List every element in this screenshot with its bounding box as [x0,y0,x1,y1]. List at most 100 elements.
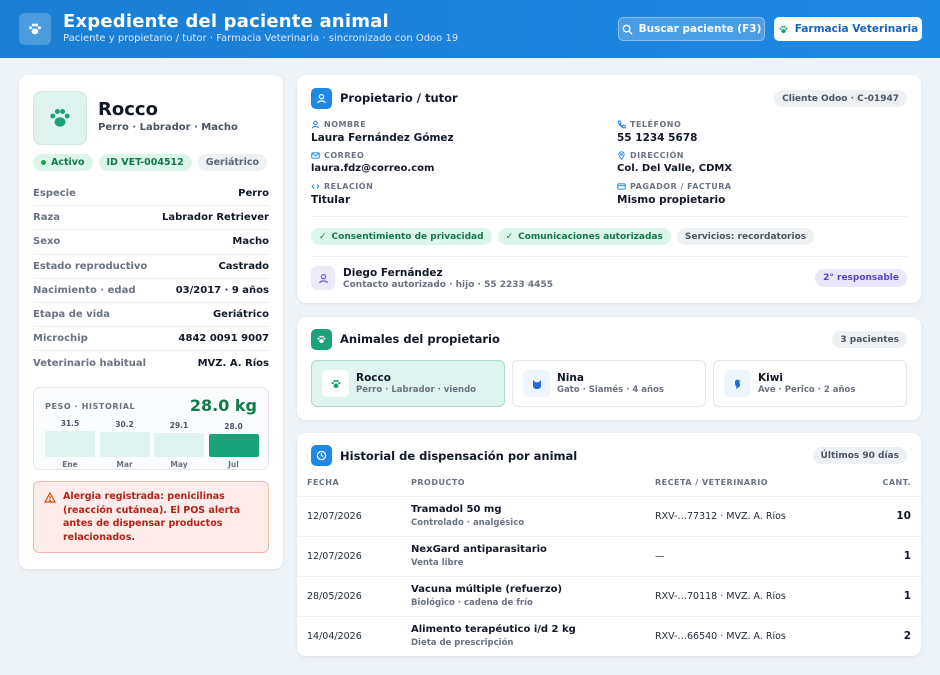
status-badge-label: Activo [51,157,85,168]
paw-logo-icon [19,13,51,45]
detail-label: Nacimiento · edad [33,284,136,296]
animal-name: Rocco [356,372,391,384]
owner-name-value: Laura Fernández Gómez [311,132,454,144]
column-product: PRODUCTO [411,478,466,487]
owner-section-title: Propietario / tutor [340,91,458,105]
detail-value: Geriátrico [212,309,269,321]
history-range-badge[interactable]: Últimos 90 días [812,447,907,464]
owner-email-field: CORREO laura.fdz@correo.com [311,150,434,174]
pharmacy-button[interactable]: Farmacia Veterinaria [774,17,922,41]
services-chip: Servicios: recordatorios [676,228,815,245]
detail-row: Estado reproductivo Castrado [33,255,269,279]
history-table-header: FECHA PRODUCTO RECETA / VETERINARIO CANT… [297,478,921,496]
table-row[interactable]: 14/04/2026 Alimento terapéutico i/d 2 kg… [297,616,921,656]
detail-label: Estado reproductivo [33,260,148,272]
divider [311,216,907,217]
weight-bar-value: 30.2 [115,420,134,429]
privacy-consent-chip: ✓ Consentimiento de privacidad [311,228,492,245]
patient-id-badge: ID VET-004512 [98,154,192,171]
person-icon [311,120,320,129]
owner-card: Propietario / tutor Cliente Odoo · C-019… [297,75,921,303]
allergy-alert-text: Alergia registrada: penicilinas (reacció… [63,491,241,543]
warning-icon [44,492,56,503]
phone-icon [618,120,626,129]
owner-payer-value: Mismo propietario [617,194,726,206]
weight-bars: 31.5 Ene 30.2 Mar 29.1 May 28.0 Jul [45,419,259,469]
clock-icon [311,445,332,466]
table-row[interactable]: 12/07/2026 NexGard antiparasitario Venta… [297,536,921,576]
page-subtitle: Paciente y propietario / tutor · Farmaci… [63,33,459,44]
animal-name: Nina [557,372,584,384]
owner-address-value: Col. Del Valle, CDMX [617,163,733,174]
paw-icon [322,370,349,397]
row-product-category: Venta libre [411,558,464,568]
page-title: Expediente del paciente animal [63,11,389,32]
owner-address-label: DIRECCIÓN [630,151,684,160]
owner-email-label: CORREO [324,151,365,160]
owner-payer-field: PAGADOR / FACTURA Mismo propietario [617,181,732,206]
detail-value: 4842 0091 9007 [178,333,269,345]
contact-name: Diego Fernández [343,267,443,279]
paw-icon [50,109,70,127]
communications-chip: ✓ Comunicaciones autorizadas [497,228,671,245]
row-product: Vacuna múltiple (refuerzo) [411,584,563,595]
privacy-consent-label: Consentimiento de privacidad [331,231,484,242]
row-quantity: 2 [903,630,911,642]
row-product-category: Biológico · cadena de frío [411,598,533,608]
animal-detail: Ave · Perico · 2 años [758,385,856,395]
mail-icon [311,152,320,159]
weight-label: PESO · HISTORIAL [45,402,136,411]
animal-detail: Perro · Labrador · viendo [356,385,476,395]
row-product-category: Dieta de prescripción [411,638,514,648]
app-header: Expediente del paciente animal Paciente … [0,0,940,58]
animals-section-title: Animales del propietario [340,332,500,346]
owner-payer-label: PAGADOR / FACTURA [630,182,732,191]
check-icon: ✓ [505,231,514,242]
detail-label: Sexo [33,236,61,248]
detail-value: Labrador Retriever [161,212,269,224]
bird-icon [724,370,751,397]
search-icon [622,24,633,35]
table-row[interactable]: 28/05/2026 Vacuna múltiple (refuerzo) Bi… [297,576,921,616]
weight-bar-value: 31.5 [60,419,80,428]
life-stage-badge: Geriátrico [197,154,268,171]
weight-history-panel: PESO · HISTORIAL 28.0 kg 31.5 Ene 30.2 Mar 2… [33,387,269,470]
divider [311,256,907,257]
weight-bar [154,433,204,457]
search-patient-button[interactable]: Buscar paciente (F3) [618,17,765,41]
column-prescription: RECETA / VETERINARIO [655,478,769,487]
weight-bar-value: 29.1 [169,421,189,430]
dispensing-history-card: Historial de dispensación por animal Últ… [297,433,921,656]
detail-value: MVZ. A. Ríos [197,357,269,369]
row-quantity: 1 [903,590,911,602]
detail-value: Castrado [218,260,269,272]
table-row[interactable]: 12/07/2026 Tramadol 50 mg Controlado · a… [297,496,921,536]
weight-bar-value: 28.0 [224,422,243,431]
animal-item-rocco[interactable]: Rocco Perro · Labrador · viendo [311,360,505,407]
communications-label: Comunicaciones autorizadas [518,231,663,242]
column-date: FECHA [307,478,340,487]
paw-icon [311,329,332,350]
detail-label: Etapa de vida [33,309,111,321]
row-prescription: RXV-…66540 · MVZ. A. Ríos [655,631,786,642]
owner-animals-card: Animales del propietario 3 pacientes Roc… [297,317,921,420]
detail-row: Microchip 4842 0091 9007 [33,327,269,352]
owner-name-field: NOMBRE Laura Fernández Gómez [311,119,454,144]
owner-relation-field: RELACIÓN Titular [311,181,373,206]
weight-bar [45,431,95,457]
animal-item-nina[interactable]: Nina Gato · Siamés · 4 años [512,360,706,407]
paw-icon [779,25,788,33]
weight-bar-month: May [170,460,188,469]
contact-role-badge: 2° responsable [815,269,907,287]
owner-name-label: NOMBRE [324,120,367,129]
row-product-category: Controlado · analgésico [411,518,525,528]
weight-bar-month: Jul [228,460,239,469]
patients-count-badge: 3 pacientes [832,331,907,348]
row-prescription: — [655,551,665,562]
owner-phone-value: 55 1234 5678 [617,132,698,144]
row-date: 12/07/2026 [307,511,362,522]
check-icon: ✓ [319,231,327,242]
animal-item-kiwi[interactable]: Kiwi Ave · Perico · 2 años [713,360,907,407]
status-dot-icon [41,160,46,165]
contact-person-icon [311,266,335,290]
